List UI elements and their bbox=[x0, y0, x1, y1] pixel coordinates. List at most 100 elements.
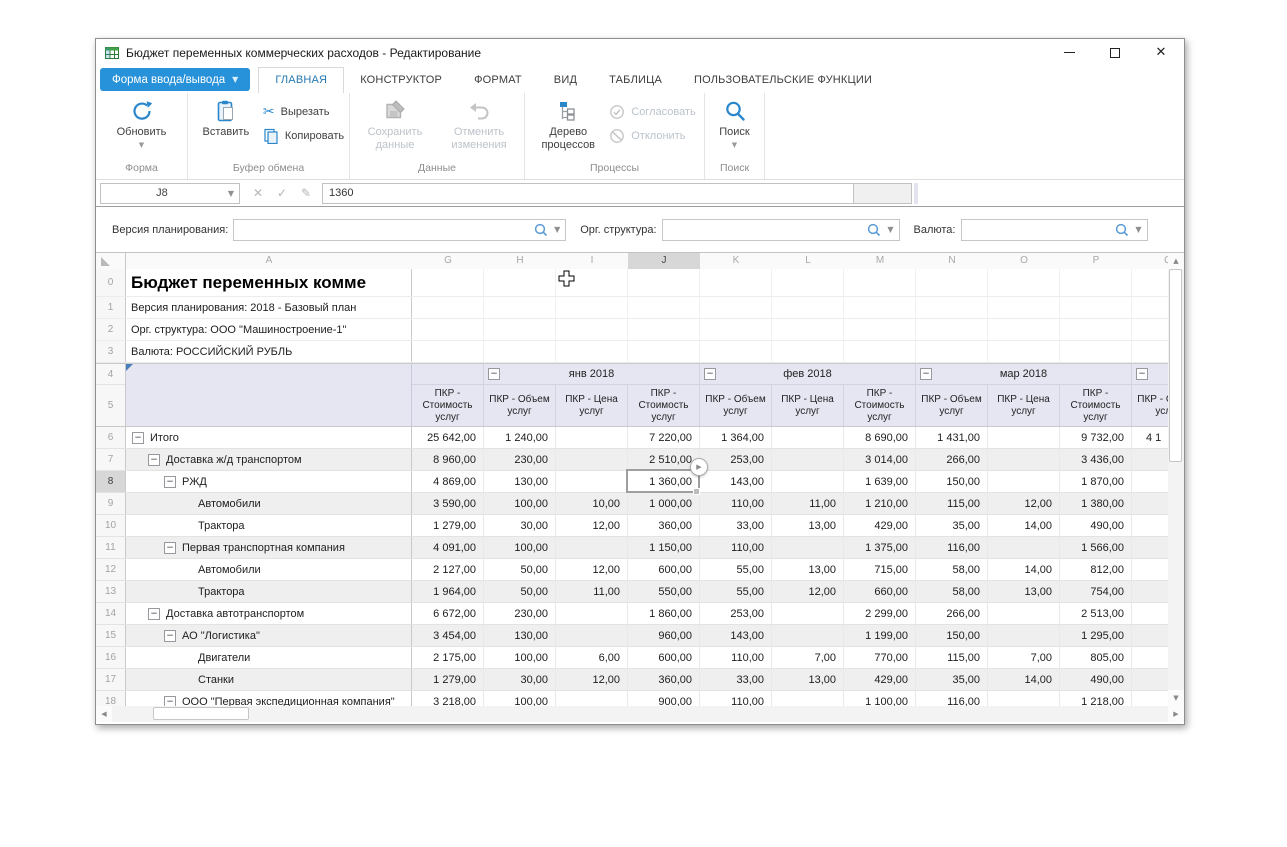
cell-J3[interactable] bbox=[628, 341, 700, 362]
tab-polzovatelskie-funktsii[interactable]: ПОЛЬЗОВАТЕЛЬСКИЕ ФУНКЦИИ bbox=[678, 68, 888, 93]
cell-O7[interactable] bbox=[988, 449, 1060, 470]
cell-H9[interactable]: 100,00 bbox=[484, 493, 556, 514]
cell-Q1[interactable] bbox=[1132, 297, 1168, 318]
column-header-H[interactable]: H bbox=[484, 253, 556, 269]
cell-N8[interactable]: 150,00 bbox=[916, 471, 988, 492]
cell-I11[interactable] bbox=[556, 537, 628, 558]
cell-P8[interactable]: 1 870,00 bbox=[1060, 471, 1132, 492]
cell-Q2[interactable] bbox=[1132, 319, 1168, 340]
cell-L8[interactable] bbox=[772, 471, 844, 492]
column-header-O[interactable]: O bbox=[988, 253, 1060, 269]
cell-K11[interactable]: 110,00 bbox=[700, 537, 772, 558]
reject-button[interactable]: Отклонить bbox=[609, 128, 685, 144]
cell-Q8[interactable] bbox=[1132, 471, 1168, 492]
cell-Q3[interactable] bbox=[1132, 341, 1168, 362]
scroll-down-icon[interactable]: ▼ bbox=[1168, 690, 1184, 706]
row-header-13[interactable]: 13 bbox=[96, 581, 126, 602]
cell-P1[interactable] bbox=[1060, 297, 1132, 318]
cell-K7[interactable]: 253,00 bbox=[700, 449, 772, 470]
cell-K6[interactable]: 1 364,00 bbox=[700, 427, 772, 448]
cell-Q15[interactable] bbox=[1132, 625, 1168, 646]
cell-H12[interactable]: 50,00 bbox=[484, 559, 556, 580]
month-group-4[interactable]: − bbox=[1132, 364, 1168, 385]
cell-Q13[interactable] bbox=[1132, 581, 1168, 602]
cell-O1[interactable] bbox=[988, 297, 1060, 318]
cell-A7[interactable]: −Доставка ж/д транспортом bbox=[126, 449, 412, 470]
row-header-3[interactable]: 3 bbox=[96, 341, 126, 362]
horizontal-scrollbar[interactable]: ◀ ▶ bbox=[96, 706, 1184, 722]
row-header-6[interactable]: 6 bbox=[96, 427, 126, 448]
cell-L15[interactable] bbox=[772, 625, 844, 646]
cell-P9[interactable]: 1 380,00 bbox=[1060, 493, 1132, 514]
cell-H11[interactable]: 100,00 bbox=[484, 537, 556, 558]
cell-N15[interactable]: 150,00 bbox=[916, 625, 988, 646]
cell-N16[interactable]: 115,00 bbox=[916, 647, 988, 668]
cell-P13[interactable]: 754,00 bbox=[1060, 581, 1132, 602]
cell-G8[interactable]: 4 869,00 bbox=[412, 471, 484, 492]
tab-tablitsa[interactable]: ТАБЛИЦА bbox=[593, 68, 678, 93]
column-header-O-measure[interactable]: ПКР - Цена услуг bbox=[988, 385, 1060, 426]
column-header-A[interactable]: A bbox=[126, 253, 412, 269]
cell-Q11[interactable] bbox=[1132, 537, 1168, 558]
cell-K14[interactable]: 253,00 bbox=[700, 603, 772, 624]
close-button[interactable]: ✕ bbox=[1138, 39, 1184, 66]
select-all-corner[interactable] bbox=[96, 253, 126, 269]
row-header-15[interactable]: 15 bbox=[96, 625, 126, 646]
cell-O18[interactable] bbox=[988, 691, 1060, 706]
vertical-scroll-thumb[interactable] bbox=[1169, 269, 1182, 462]
row-header-7[interactable]: 7 bbox=[96, 449, 126, 470]
column-header-L[interactable]: L bbox=[772, 253, 844, 269]
cell-I6[interactable] bbox=[556, 427, 628, 448]
vertical-scrollbar[interactable]: ▲ ▼ bbox=[1168, 252, 1184, 706]
cell-I2[interactable] bbox=[556, 319, 628, 340]
cell-I16[interactable]: 6,00 bbox=[556, 647, 628, 668]
column-header-J-measure[interactable]: ПКР - Стоимость услуг bbox=[628, 385, 700, 426]
cell-L6[interactable] bbox=[772, 427, 844, 448]
cell-G14[interactable]: 6 672,00 bbox=[412, 603, 484, 624]
row-header-12[interactable]: 12 bbox=[96, 559, 126, 580]
cell-N12[interactable]: 58,00 bbox=[916, 559, 988, 580]
column-header-P[interactable]: P bbox=[1060, 253, 1132, 269]
cell-P15[interactable]: 1 295,00 bbox=[1060, 625, 1132, 646]
cell-A3[interactable]: Валюта: РОССИЙСКИЙ РУБЛЬ bbox=[126, 341, 412, 362]
month-group-фев-2018[interactable]: −фев 2018 bbox=[700, 364, 916, 385]
cell-A11[interactable]: −Первая транспортная компания bbox=[126, 537, 412, 558]
cell-Q0[interactable] bbox=[1132, 269, 1168, 296]
cell-N17[interactable]: 35,00 bbox=[916, 669, 988, 690]
cell-K3[interactable] bbox=[700, 341, 772, 362]
cell-J11[interactable]: 1 150,00 bbox=[628, 537, 700, 558]
cell-A8[interactable]: −РЖД bbox=[126, 471, 412, 492]
maximize-button[interactable] bbox=[1092, 39, 1138, 66]
cell-J17[interactable]: 360,00 bbox=[628, 669, 700, 690]
refresh-button[interactable]: Обновить ▼ bbox=[100, 96, 184, 162]
cell-P7[interactable]: 3 436,00 bbox=[1060, 449, 1132, 470]
cell-A1[interactable]: Версия планирования: 2018 - Базовый план bbox=[126, 297, 412, 318]
row-header-5[interactable]: 5 bbox=[96, 385, 125, 426]
confirm-entry-icon[interactable]: ✓ bbox=[272, 186, 292, 200]
cell-L13[interactable]: 12,00 bbox=[772, 581, 844, 602]
cell-O6[interactable] bbox=[988, 427, 1060, 448]
cell-N1[interactable] bbox=[916, 297, 988, 318]
org-filter-combo[interactable]: ▼ bbox=[662, 219, 900, 241]
month-group-янв-2018[interactable]: −янв 2018 bbox=[484, 364, 700, 385]
cell-L16[interactable]: 7,00 bbox=[772, 647, 844, 668]
column-header-P-measure[interactable]: ПКР - Стоимость услуг bbox=[1060, 385, 1132, 426]
row-header-0[interactable]: 0 bbox=[96, 269, 126, 296]
cell-name-box[interactable]: J8 ▼ bbox=[100, 183, 240, 204]
column-header-I[interactable]: I bbox=[556, 253, 628, 269]
cell-I15[interactable] bbox=[556, 625, 628, 646]
cell-H15[interactable]: 130,00 bbox=[484, 625, 556, 646]
cell-A17[interactable]: Станки bbox=[126, 669, 412, 690]
cell-A9[interactable]: Автомобили bbox=[126, 493, 412, 514]
cell-I12[interactable]: 12,00 bbox=[556, 559, 628, 580]
cell-M15[interactable]: 1 199,00 bbox=[844, 625, 916, 646]
cell-N9[interactable]: 115,00 bbox=[916, 493, 988, 514]
cell-G18[interactable]: 3 218,00 bbox=[412, 691, 484, 706]
row-header-1[interactable]: 1 bbox=[96, 297, 126, 318]
cell-P17[interactable]: 490,00 bbox=[1060, 669, 1132, 690]
cell-L9[interactable]: 11,00 bbox=[772, 493, 844, 514]
copy-button[interactable]: Копировать bbox=[263, 128, 344, 144]
column-header-N[interactable]: N bbox=[916, 253, 988, 269]
column-header-G-measure[interactable]: ПКР - Стоимость услуг bbox=[412, 385, 484, 426]
cell-O9[interactable]: 12,00 bbox=[988, 493, 1060, 514]
